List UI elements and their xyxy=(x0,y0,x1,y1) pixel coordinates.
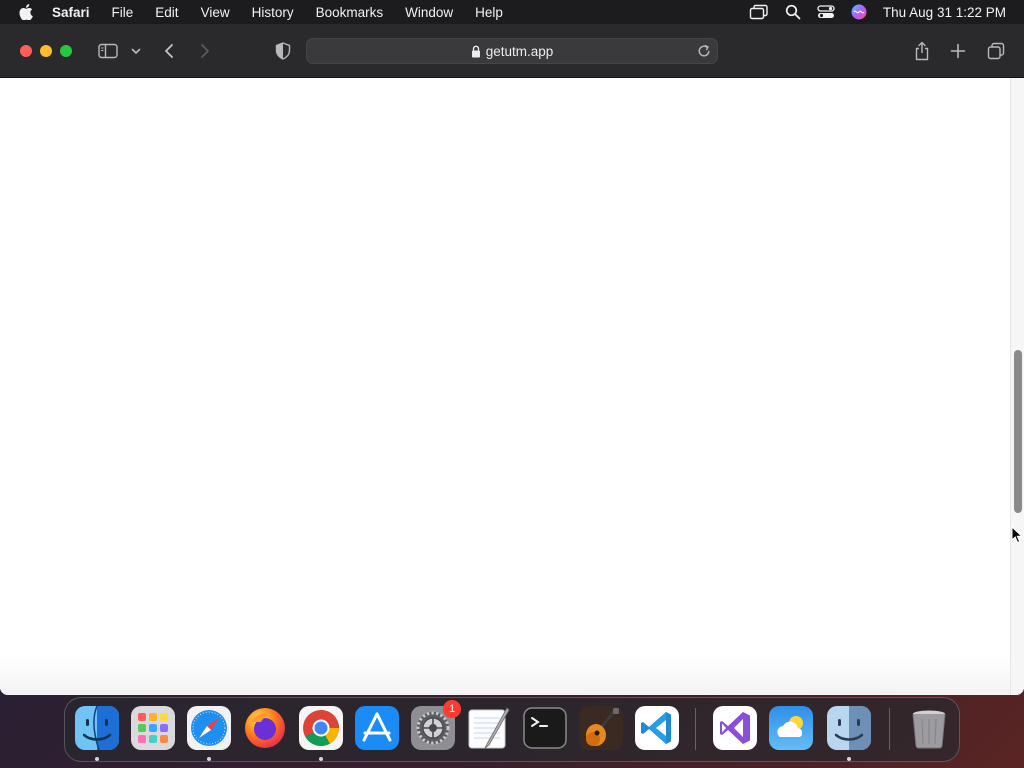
finder-icon xyxy=(827,706,871,750)
guitar-icon xyxy=(579,706,623,750)
launchpad-icon xyxy=(131,706,175,750)
dock-launchpad[interactable] xyxy=(131,706,175,750)
chrome-icon xyxy=(299,706,343,750)
dock-textedit[interactable] xyxy=(467,706,511,750)
weather-icon xyxy=(769,706,813,750)
dock-system-settings[interactable]: 1 xyxy=(411,700,461,750)
share-icon[interactable] xyxy=(910,39,934,63)
dock-trash[interactable] xyxy=(907,706,951,750)
dock-app-store[interactable] xyxy=(355,706,399,750)
vscode-icon xyxy=(635,706,679,750)
safari-toolbar: getutm.app xyxy=(0,24,1024,78)
sidebar-toggle-icon[interactable] xyxy=(96,39,120,63)
apple-menu-icon[interactable] xyxy=(18,4,34,20)
scrollbar-thumb[interactable] xyxy=(1014,350,1022,513)
menu-window[interactable]: Window xyxy=(405,5,453,20)
chevron-down-icon[interactable] xyxy=(128,39,144,63)
vertical-scrollbar[interactable] xyxy=(1010,78,1024,695)
tab-overview-icon[interactable] xyxy=(984,39,1008,63)
dock-firefox[interactable] xyxy=(243,706,287,750)
trash-icon xyxy=(912,710,946,749)
dock-terminal[interactable] xyxy=(523,706,567,750)
spotlight-search-icon[interactable] xyxy=(785,4,801,20)
safari-compass-icon xyxy=(187,706,231,750)
finder-icon xyxy=(75,705,119,751)
dock-google-chrome[interactable] xyxy=(299,706,343,750)
dock-finder-secondary[interactable] xyxy=(827,706,871,750)
close-window-button[interactable] xyxy=(20,45,32,57)
dock-visual-studio-code[interactable] xyxy=(635,706,679,750)
minimize-window-button[interactable] xyxy=(40,45,52,57)
privacy-shield-icon[interactable] xyxy=(272,39,294,63)
menu-app-name[interactable]: Safari xyxy=(52,5,90,20)
menu-history[interactable]: History xyxy=(252,5,294,20)
dock-separator xyxy=(695,708,696,750)
terminal-icon xyxy=(523,707,567,749)
menu-edit[interactable]: Edit xyxy=(155,5,178,20)
screen-mirroring-icon[interactable] xyxy=(749,4,769,20)
menu-view[interactable]: View xyxy=(201,5,230,20)
visual-studio-icon xyxy=(713,706,757,750)
dock-separator xyxy=(889,708,890,750)
reload-icon[interactable] xyxy=(697,44,711,58)
forward-button[interactable] xyxy=(194,39,216,63)
lock-icon xyxy=(471,45,481,58)
dock-weather[interactable] xyxy=(769,706,813,750)
menu-help[interactable]: Help xyxy=(475,5,503,20)
dock-safari[interactable] xyxy=(187,706,231,750)
back-button[interactable] xyxy=(158,39,180,63)
address-bar[interactable]: getutm.app xyxy=(306,38,718,64)
dock-visual-studio[interactable] xyxy=(713,706,757,750)
menu-bar: Safari File Edit View History Bookmarks … xyxy=(0,0,1024,24)
menu-file[interactable]: File xyxy=(112,5,134,20)
control-center-icon[interactable] xyxy=(817,4,835,20)
menu-bookmarks[interactable]: Bookmarks xyxy=(316,5,384,20)
dock-finder[interactable] xyxy=(75,705,119,751)
zoom-window-button[interactable] xyxy=(60,45,72,57)
new-tab-icon[interactable] xyxy=(946,39,970,63)
address-url: getutm.app xyxy=(485,43,554,59)
dock-garageband[interactable] xyxy=(579,706,623,750)
textedit-icon xyxy=(468,707,510,749)
dock: 1 xyxy=(64,697,960,762)
siri-icon[interactable] xyxy=(851,4,867,20)
app-store-icon xyxy=(355,706,399,750)
web-page-content[interactable] xyxy=(0,78,1024,695)
menu-bar-clock[interactable]: Thu Aug 31 1:22 PM xyxy=(883,5,1006,20)
notification-badge: 1 xyxy=(443,700,461,718)
firefox-icon xyxy=(245,708,285,748)
mouse-pointer-icon xyxy=(1011,525,1023,549)
safari-window: getutm.app xyxy=(0,24,1024,695)
